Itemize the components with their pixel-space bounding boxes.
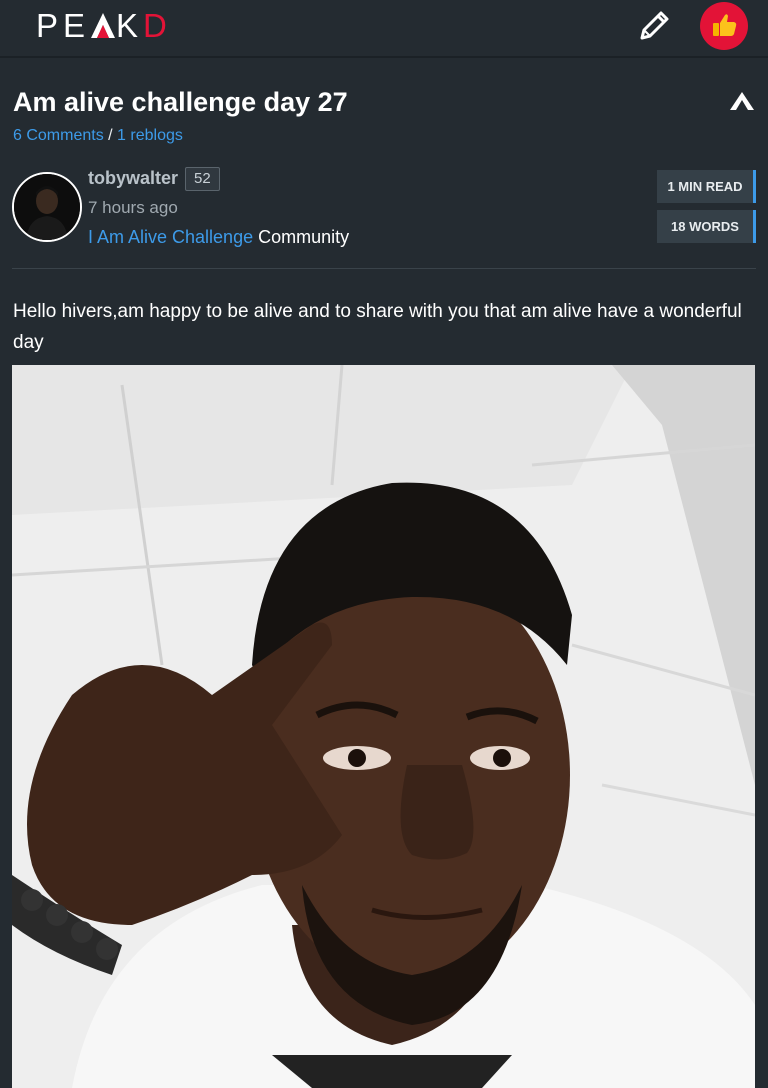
community-link[interactable]: I Am Alive Challenge	[88, 227, 253, 247]
reputation-badge: 52	[185, 167, 220, 191]
author-name[interactable]: tobywalter	[88, 166, 178, 190]
thumbs-up-icon	[713, 14, 737, 36]
post-body-text: Hello hivers,am happy to be alive and to…	[13, 301, 742, 353]
meta-separator: /	[103, 127, 118, 144]
logo-text-start: PE	[36, 7, 91, 44]
logo-text-d: D	[143, 7, 172, 44]
post-time[interactable]: 7 hours ago	[88, 197, 178, 219]
word-count-badge: 18 WORDS	[657, 210, 756, 243]
read-time-badge: 1 MIN READ	[657, 170, 756, 203]
logo-a-mark	[90, 10, 116, 38]
author-avatar[interactable]	[12, 172, 82, 242]
post-title: Am alive challenge day 27	[13, 87, 348, 117]
pencil-icon[interactable]	[634, 6, 674, 46]
community-line: I Am Alive Challenge Community	[88, 225, 349, 249]
comments-link[interactable]: 6 Comments	[13, 127, 104, 144]
header-divider	[12, 268, 756, 269]
post-image[interactable]	[12, 365, 755, 1088]
chevron-up-icon[interactable]	[728, 90, 756, 114]
reblogs-link[interactable]: 1 reblogs	[117, 127, 183, 144]
top-navbar: PE KD	[0, 0, 768, 58]
logo-text-k: K	[116, 7, 144, 44]
peakd-logo[interactable]: PE KD	[36, 8, 172, 44]
community-suffix: Community	[253, 227, 350, 247]
upvote-button[interactable]	[700, 2, 748, 50]
post-meta-links: 6 Comments / 1 reblogs	[13, 126, 183, 146]
